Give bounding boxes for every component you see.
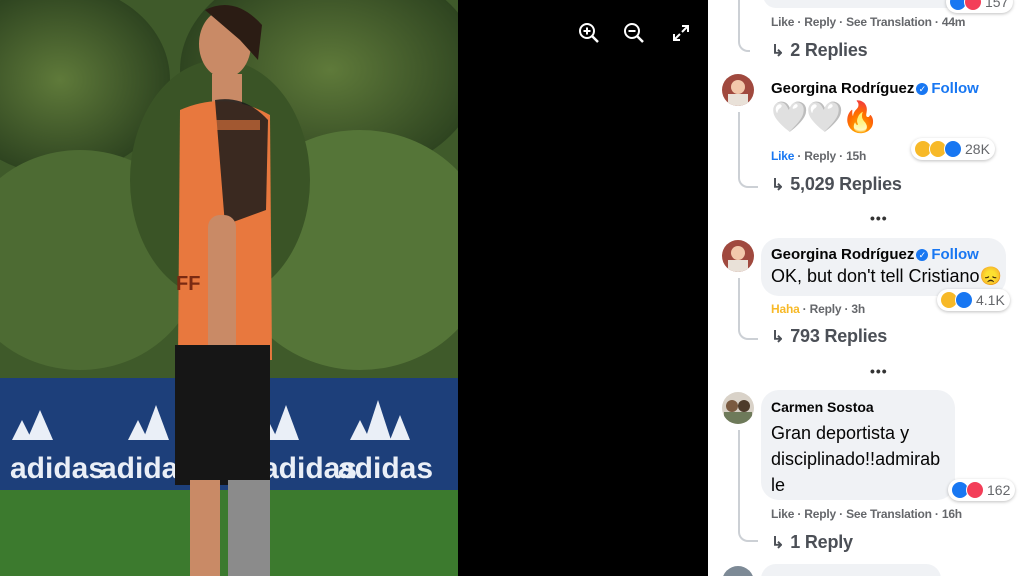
see-translation-link[interactable]: See Translation: [846, 15, 932, 29]
comment-text-line: Gran deportista y: [771, 423, 910, 443]
reaction-count: 162: [987, 482, 1011, 498]
replies-count: 1 Reply: [790, 532, 853, 552]
avatar[interactable]: [722, 566, 754, 576]
like-link[interactable]: Like: [771, 507, 794, 521]
photo-scene: adidas adidas adidas adidas FF: [0, 0, 458, 576]
timestamp[interactable]: 44m: [942, 15, 966, 29]
avatar-image: [722, 240, 754, 272]
avatar-image: [722, 74, 754, 106]
reaction-counter[interactable]: 162: [948, 479, 1016, 501]
view-replies-link[interactable]: ↳ 1 Reply: [771, 532, 853, 553]
like-link[interactable]: Like: [771, 15, 794, 29]
view-replies-link[interactable]: ↳ 793 Replies: [771, 326, 887, 347]
reaction-counter[interactable]: 157: [946, 0, 1014, 13]
comment-text: OK, but don't tell Cristiano😞: [771, 266, 1002, 286]
avatar-image: [722, 392, 754, 424]
like-link[interactable]: Like: [771, 149, 794, 163]
replies-count: 793 Replies: [790, 326, 888, 346]
reaction-count: 157: [985, 0, 1009, 10]
reply-arrow-icon: ↳: [771, 329, 785, 346]
banner-text-4: adidas: [338, 452, 433, 485]
like-reaction-icon: [944, 140, 962, 158]
timestamp[interactable]: 15h: [846, 149, 866, 163]
comment-text-line: disciplinado!!admirab: [771, 449, 941, 469]
follow-button[interactable]: Follow: [931, 246, 979, 263]
comment-header: Georgina Rodríguez ✓ Follow: [771, 246, 979, 264]
view-replies-link[interactable]: ↳ 2 Replies: [771, 40, 868, 61]
reply-thread-line: [738, 430, 758, 542]
timestamp[interactable]: 3h: [851, 302, 865, 316]
comment-actions: Like · Reply · See Translation · 16h: [771, 507, 962, 521]
avatar[interactable]: [722, 392, 754, 424]
photo-viewer: adidas adidas adidas adidas FF: [0, 0, 708, 576]
follow-button[interactable]: Follow: [931, 80, 979, 97]
reply-arrow-icon: ↳: [771, 535, 785, 552]
comments-panel: 157 Like · Reply · See Translation · 44m…: [708, 0, 1024, 576]
more-comments-dots[interactable]: •••: [870, 363, 888, 379]
avatar[interactable]: [722, 240, 754, 272]
comment-author[interactable]: Georgina Rodríguez: [771, 246, 914, 263]
reply-link[interactable]: Reply: [804, 149, 836, 163]
comment-text-line: le: [771, 475, 786, 495]
avatar-image: [722, 566, 754, 576]
comment-bubble: Georgina Rodríguez ✓ Follow OK, but don't …: [761, 238, 1006, 296]
love-reaction-icon: [964, 0, 982, 11]
comment-author[interactable]: Carmen Sostoa: [771, 399, 874, 415]
comment-actions: Like · Reply · 15h: [771, 149, 867, 163]
reply-link[interactable]: Reply: [804, 15, 836, 29]
zoom-out-icon: [624, 23, 644, 43]
banner-text-1: adidas: [10, 452, 105, 485]
comment-header: Georgina Rodríguez ✓ Follow: [771, 80, 979, 98]
comment-author[interactable]: Georgina Rodríguez: [771, 80, 914, 97]
verified-badge-icon: ✓: [916, 83, 929, 95]
comment-bubble: Carmen Sostoa Gran deportista y discipli…: [761, 390, 955, 500]
reply-arrow-icon: ↳: [771, 43, 785, 60]
post-photo[interactable]: adidas adidas adidas adidas FF: [0, 0, 458, 576]
view-replies-link[interactable]: ↳ 5,029 Replies: [771, 174, 902, 195]
see-translation-link[interactable]: See Translation: [846, 507, 932, 521]
bib-text: FF: [176, 273, 200, 295]
fullscreen-icon: [673, 25, 689, 41]
comment-actions: Haha · Reply · 3h: [771, 302, 865, 316]
reply-thread-line: [738, 0, 750, 52]
comment-text: 🤍🤍🔥: [771, 101, 879, 134]
replies-count: 2 Replies: [790, 40, 868, 60]
reaction-count: 28K: [965, 141, 990, 157]
reply-thread-line: [738, 112, 758, 188]
reaction-counter[interactable]: 4.1K: [937, 289, 1010, 311]
comment-text: Gran deportista y disciplinado!!admirab …: [771, 420, 940, 498]
comment-actions: Like · Reply · See Translation · 44m: [771, 15, 966, 29]
like-reaction-icon: [955, 291, 973, 309]
love-reaction-icon: [966, 481, 984, 499]
replies-count: 5,029 Replies: [790, 174, 902, 194]
avatar[interactable]: [722, 74, 754, 106]
reply-thread-line: [738, 278, 758, 340]
comment-bubble: [761, 564, 941, 576]
fullscreen-button[interactable]: [670, 22, 692, 44]
reply-link[interactable]: Reply: [810, 302, 842, 316]
reaction-count: 4.1K: [976, 292, 1005, 308]
haha-link[interactable]: Haha: [771, 302, 800, 316]
more-comments-dots[interactable]: •••: [870, 210, 888, 226]
timestamp[interactable]: 16h: [942, 507, 962, 521]
verified-badge-icon: ✓: [916, 249, 929, 261]
zoom-in-icon: [579, 23, 599, 43]
reply-link[interactable]: Reply: [804, 507, 836, 521]
reaction-counter[interactable]: 28K: [911, 138, 995, 160]
zoom-in-button[interactable]: [578, 22, 600, 44]
reply-arrow-icon: ↳: [771, 177, 785, 194]
zoom-out-button[interactable]: [623, 22, 645, 44]
